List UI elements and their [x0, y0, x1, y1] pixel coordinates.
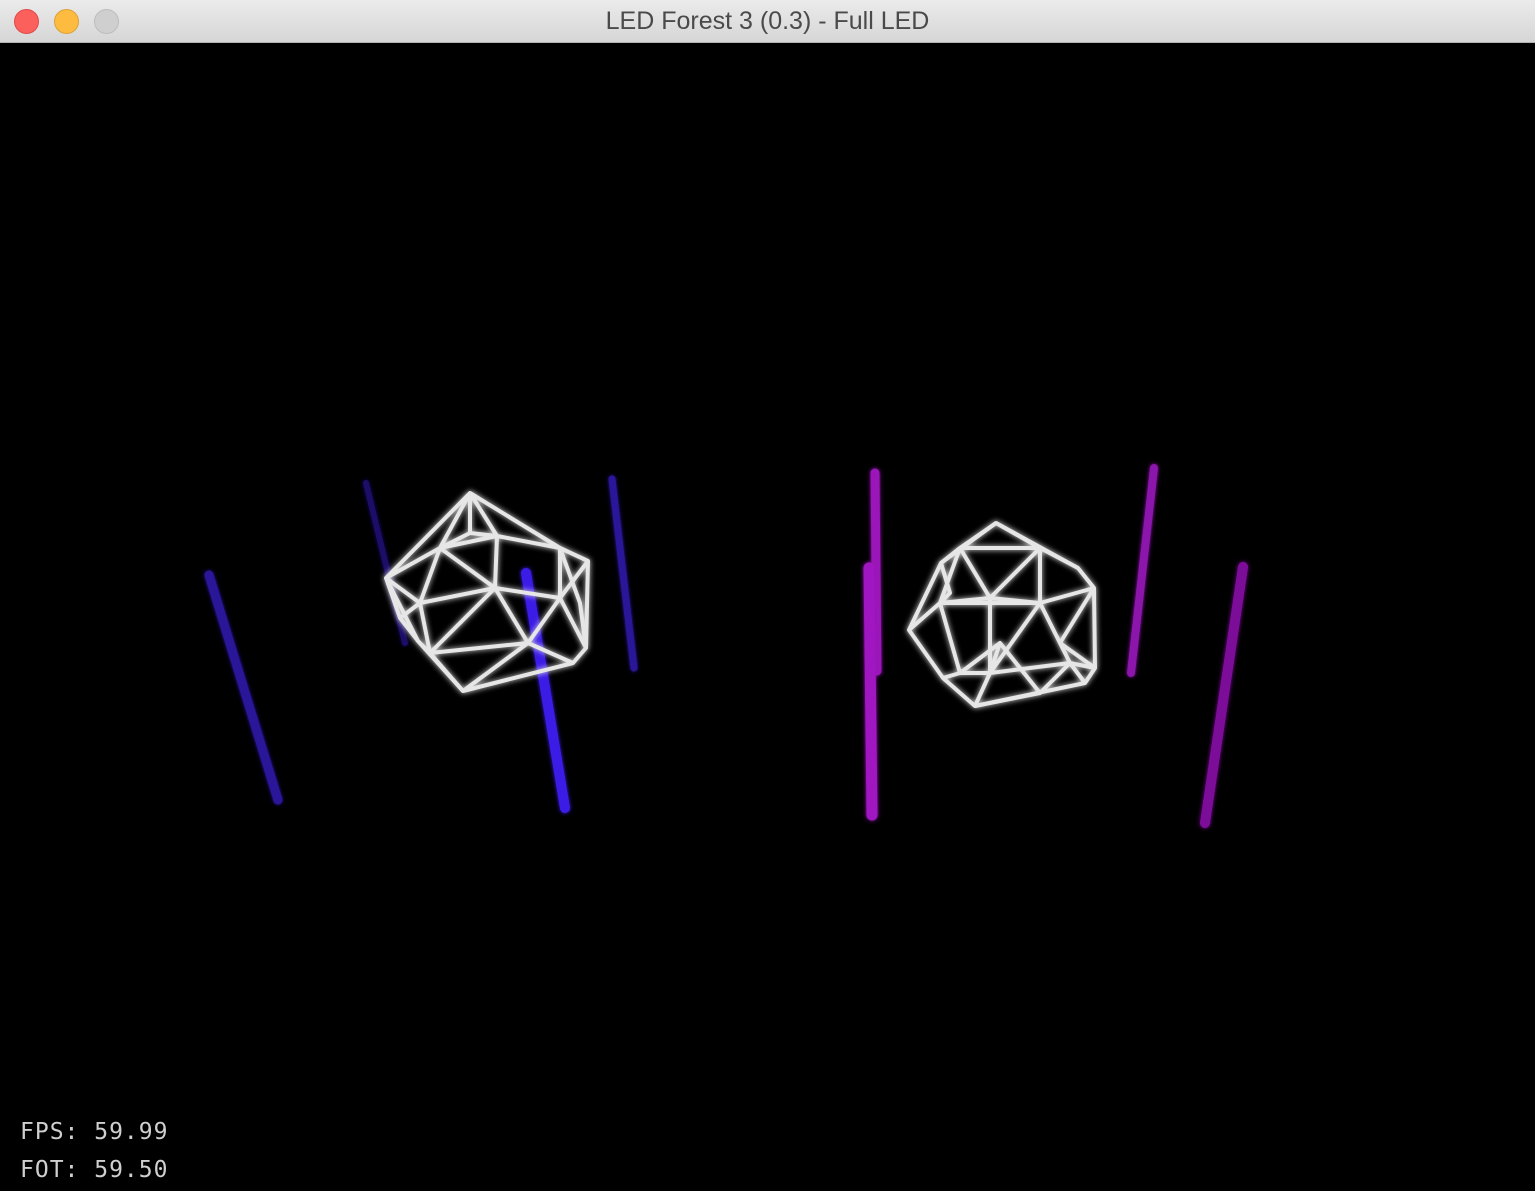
led-strip — [863, 562, 878, 821]
led-strip — [204, 570, 283, 805]
wireframe-right — [907, 521, 1097, 708]
led-strips-purple — [863, 464, 1248, 828]
wireframe-left — [384, 491, 590, 693]
app-window: LED Forest 3 (0.3) - Full LED FPS: 59.99… — [0, 0, 1535, 1191]
title-bar[interactable]: LED Forest 3 (0.3) - Full LED — [0, 0, 1535, 43]
led-strip — [608, 475, 638, 672]
fot-counter: FOT: 59.50 — [20, 1157, 169, 1183]
led-strip — [521, 568, 570, 813]
window-title: LED Forest 3 (0.3) - Full LED — [605, 7, 930, 35]
render-viewport[interactable]: FPS: 59.99 FOT: 59.50 — [0, 43, 1535, 1191]
led-strip — [1200, 562, 1248, 828]
led-strip — [1127, 464, 1158, 677]
fps-counter: FPS: 59.99 — [20, 1119, 169, 1145]
scene-canvas — [204, 464, 1248, 828]
